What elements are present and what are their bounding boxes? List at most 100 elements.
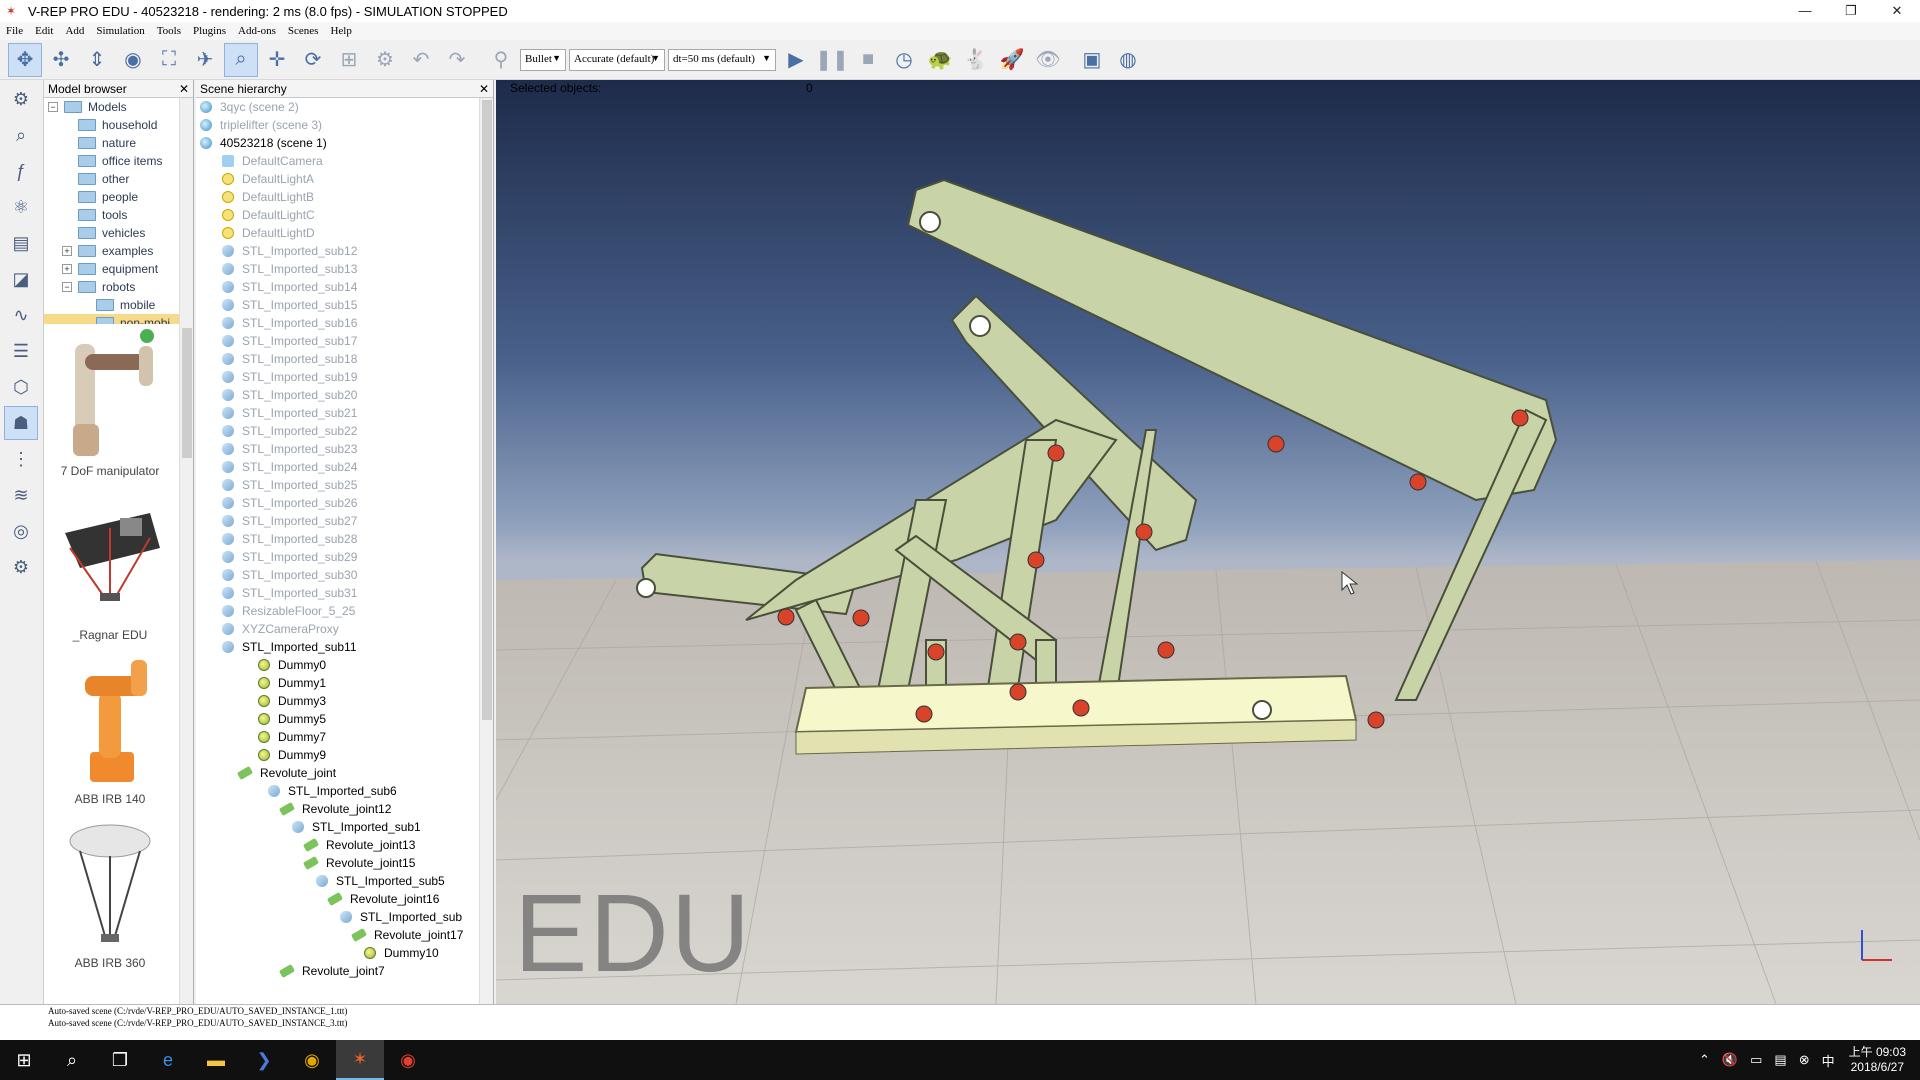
click-select-icon[interactable]: ⌕	[224, 42, 258, 77]
hierarchy-item[interactable]: STL_Imported_sub20	[196, 386, 479, 404]
hierarchy-item[interactable]: STL_Imported_sub23	[196, 440, 479, 458]
menu-scenes[interactable]: Scenes	[288, 25, 319, 37]
physics-engine-select[interactable]: Bullet ▼	[520, 48, 566, 71]
hierarchy-item[interactable]: STL_Imported_sub24	[196, 458, 479, 476]
hierarchy-item[interactable]: ResizableFloor_5_25	[196, 602, 479, 620]
manipulation-icon[interactable]: ✈	[188, 43, 222, 77]
tree-item-other[interactable]: other	[44, 170, 193, 188]
tree-item-tools[interactable]: tools	[44, 206, 193, 224]
collections-icon[interactable]: ⚛	[4, 190, 38, 224]
menu-help[interactable]: Help	[330, 25, 351, 37]
tree-item-examples[interactable]: + examples	[44, 242, 193, 260]
hierarchy-item[interactable]: STL_Imported_sub30	[196, 566, 479, 584]
edge-icon[interactable]: e	[144, 1040, 192, 1080]
hierarchy-item[interactable]: XYZCameraProxy	[196, 620, 479, 638]
thread-rendering-icon[interactable]: 🚀	[995, 43, 1029, 77]
hierarchy-item[interactable]: Revolute_joint12	[196, 800, 479, 818]
volume-muted-icon[interactable]: 🔇	[1722, 1052, 1738, 1068]
hierarchy-item[interactable]: STL_Imported_sub22	[196, 422, 479, 440]
scene-hierarchy-scrollbar[interactable]	[479, 98, 493, 1004]
model-thumb-abb-irb140[interactable]: ABB IRB 140	[44, 652, 176, 816]
tree-item-mobile[interactable]: mobile	[44, 296, 193, 314]
clock[interactable]: 上午 09:03 2018/6/27	[1849, 1045, 1906, 1075]
hierarchy-item[interactable]: STL_Imported_sub17	[196, 332, 479, 350]
ime-icon[interactable]: 中	[1822, 1051, 1835, 1070]
scene-pages-icon[interactable]: ▣	[1075, 43, 1109, 77]
tree-item-equipment[interactable]: + equipment	[44, 260, 193, 278]
scene-hierarchy-toggle-icon[interactable]: ⋮	[4, 442, 38, 476]
tree-item-robots[interactable]: − robots	[44, 278, 193, 296]
maximize-button[interactable]: ❐	[1828, 0, 1874, 22]
accuracy-select[interactable]: Accurate (default) ▼	[569, 48, 665, 71]
expand-icon[interactable]: +	[62, 264, 72, 274]
hierarchy-item[interactable]: STL_Imported_sub25	[196, 476, 479, 494]
hierarchy-item[interactable]: STL_Imported_sub29	[196, 548, 479, 566]
model-thumb-ragnar[interactable]: _Ragnar EDU	[44, 488, 176, 652]
search-icon[interactable]: ⌕	[4, 118, 38, 152]
tree-item-non-mobile[interactable]: non-mobi...	[44, 314, 193, 324]
search-icon[interactable]: ⌕	[48, 1040, 96, 1080]
scene-item[interactable]: 3qyc (scene 2)	[196, 98, 479, 116]
tree-item-models[interactable]: − Models	[44, 98, 193, 116]
start-icon[interactable]: ⊞	[0, 1040, 48, 1080]
hierarchy-item[interactable]: DefaultLightC	[196, 206, 479, 224]
menu-tools[interactable]: Tools	[157, 25, 181, 37]
scene-item[interactable]: triplelifter (scene 3)	[196, 116, 479, 134]
fit-to-view-icon[interactable]: ⛶	[152, 43, 186, 77]
script-icon[interactable]: ƒ	[4, 154, 38, 188]
expand-icon[interactable]: +	[62, 246, 72, 256]
menu-plugins[interactable]: Plugins	[193, 25, 226, 37]
hierarchy-item[interactable]: Dummy5	[196, 710, 479, 728]
layers-stack-icon[interactable]: ≋	[4, 478, 38, 512]
hierarchy-item[interactable]: STL_Imported_sub5	[196, 872, 479, 890]
hierarchy-item[interactable]: STL_Imported_sub31	[196, 584, 479, 602]
user-settings-icon[interactable]: ⚙	[4, 550, 38, 584]
hierarchy-item[interactable]: STL_Imported_sub14	[196, 278, 479, 296]
task-view-icon[interactable]: ❐	[96, 1040, 144, 1080]
scene-views-icon[interactable]: ◍	[1111, 43, 1145, 77]
assemble-icon[interactable]: ⊞	[332, 43, 366, 77]
hierarchy-item[interactable]: STL_Imported_sub28	[196, 530, 479, 548]
tree-item-office-items[interactable]: office items	[44, 152, 193, 170]
hierarchy-item[interactable]: STL_Imported_sub27	[196, 512, 479, 530]
tree-item-people[interactable]: people	[44, 188, 193, 206]
dynamics-icon[interactable]: ⚲	[484, 43, 518, 77]
minimize-button[interactable]: —	[1782, 0, 1828, 22]
hierarchy-item[interactable]: STL_Imported_sub13	[196, 260, 479, 278]
tree-item-household[interactable]: household	[44, 116, 193, 134]
hierarchy-item[interactable]: Revolute_joint7	[196, 962, 479, 980]
model-browser-toggle-icon[interactable]: ☗	[4, 406, 38, 440]
hierarchy-item[interactable]: DefaultLightB	[196, 188, 479, 206]
hierarchy-item[interactable]: Revolute_joint17	[196, 926, 479, 944]
redo-icon[interactable]: ↷	[440, 43, 474, 77]
collapse-icon[interactable]: −	[62, 282, 72, 292]
transfer-dna-icon[interactable]: ⚙	[368, 43, 402, 77]
chrome-canary-icon[interactable]: ◉	[384, 1040, 432, 1080]
hierarchy-item[interactable]: Dummy1	[196, 674, 479, 692]
hierarchy-item[interactable]: Dummy7	[196, 728, 479, 746]
notification-icon[interactable]: ▤	[1774, 1052, 1786, 1068]
menu-edit[interactable]: Edit	[35, 25, 53, 37]
simulation-settings-icon[interactable]: ⚙	[4, 82, 38, 116]
tree-item-vehicles[interactable]: vehicles	[44, 224, 193, 242]
menu-addons[interactable]: Add-ons	[238, 25, 276, 37]
layers-icon[interactable]: ☰	[4, 334, 38, 368]
hierarchy-item[interactable]: Dummy0	[196, 656, 479, 674]
hierarchy-item[interactable]: STL_Imported_sub1	[196, 818, 479, 836]
play-icon[interactable]: ▶	[779, 43, 813, 77]
calculation-modules-icon[interactable]: ▤	[4, 226, 38, 260]
hierarchy-item[interactable]: DefaultCamera	[196, 152, 479, 170]
chrome-icon[interactable]: ◉	[288, 1040, 336, 1080]
close-icon[interactable]: ✕	[179, 82, 189, 96]
hierarchy-item[interactable]: Revolute_joint15	[196, 854, 479, 872]
hierarchy-item[interactable]: STL_Imported_sub11	[196, 638, 479, 656]
hierarchy-item[interactable]: DefaultLightD	[196, 224, 479, 242]
hierarchy-item[interactable]: DefaultLightA	[196, 170, 479, 188]
hierarchy-item[interactable]: STL_Imported_sub26	[196, 494, 479, 512]
camera-rotate-icon[interactable]: ✣	[44, 43, 78, 77]
network-icon[interactable]: ▭	[1750, 1052, 1762, 1068]
model-browser-scrollbar[interactable]	[179, 98, 193, 1004]
collapse-icon[interactable]: −	[48, 102, 58, 112]
scene-item-active[interactable]: 40523218 (scene 1)	[196, 134, 479, 152]
hierarchy-item[interactable]: STL_Imported_sub	[196, 908, 479, 926]
